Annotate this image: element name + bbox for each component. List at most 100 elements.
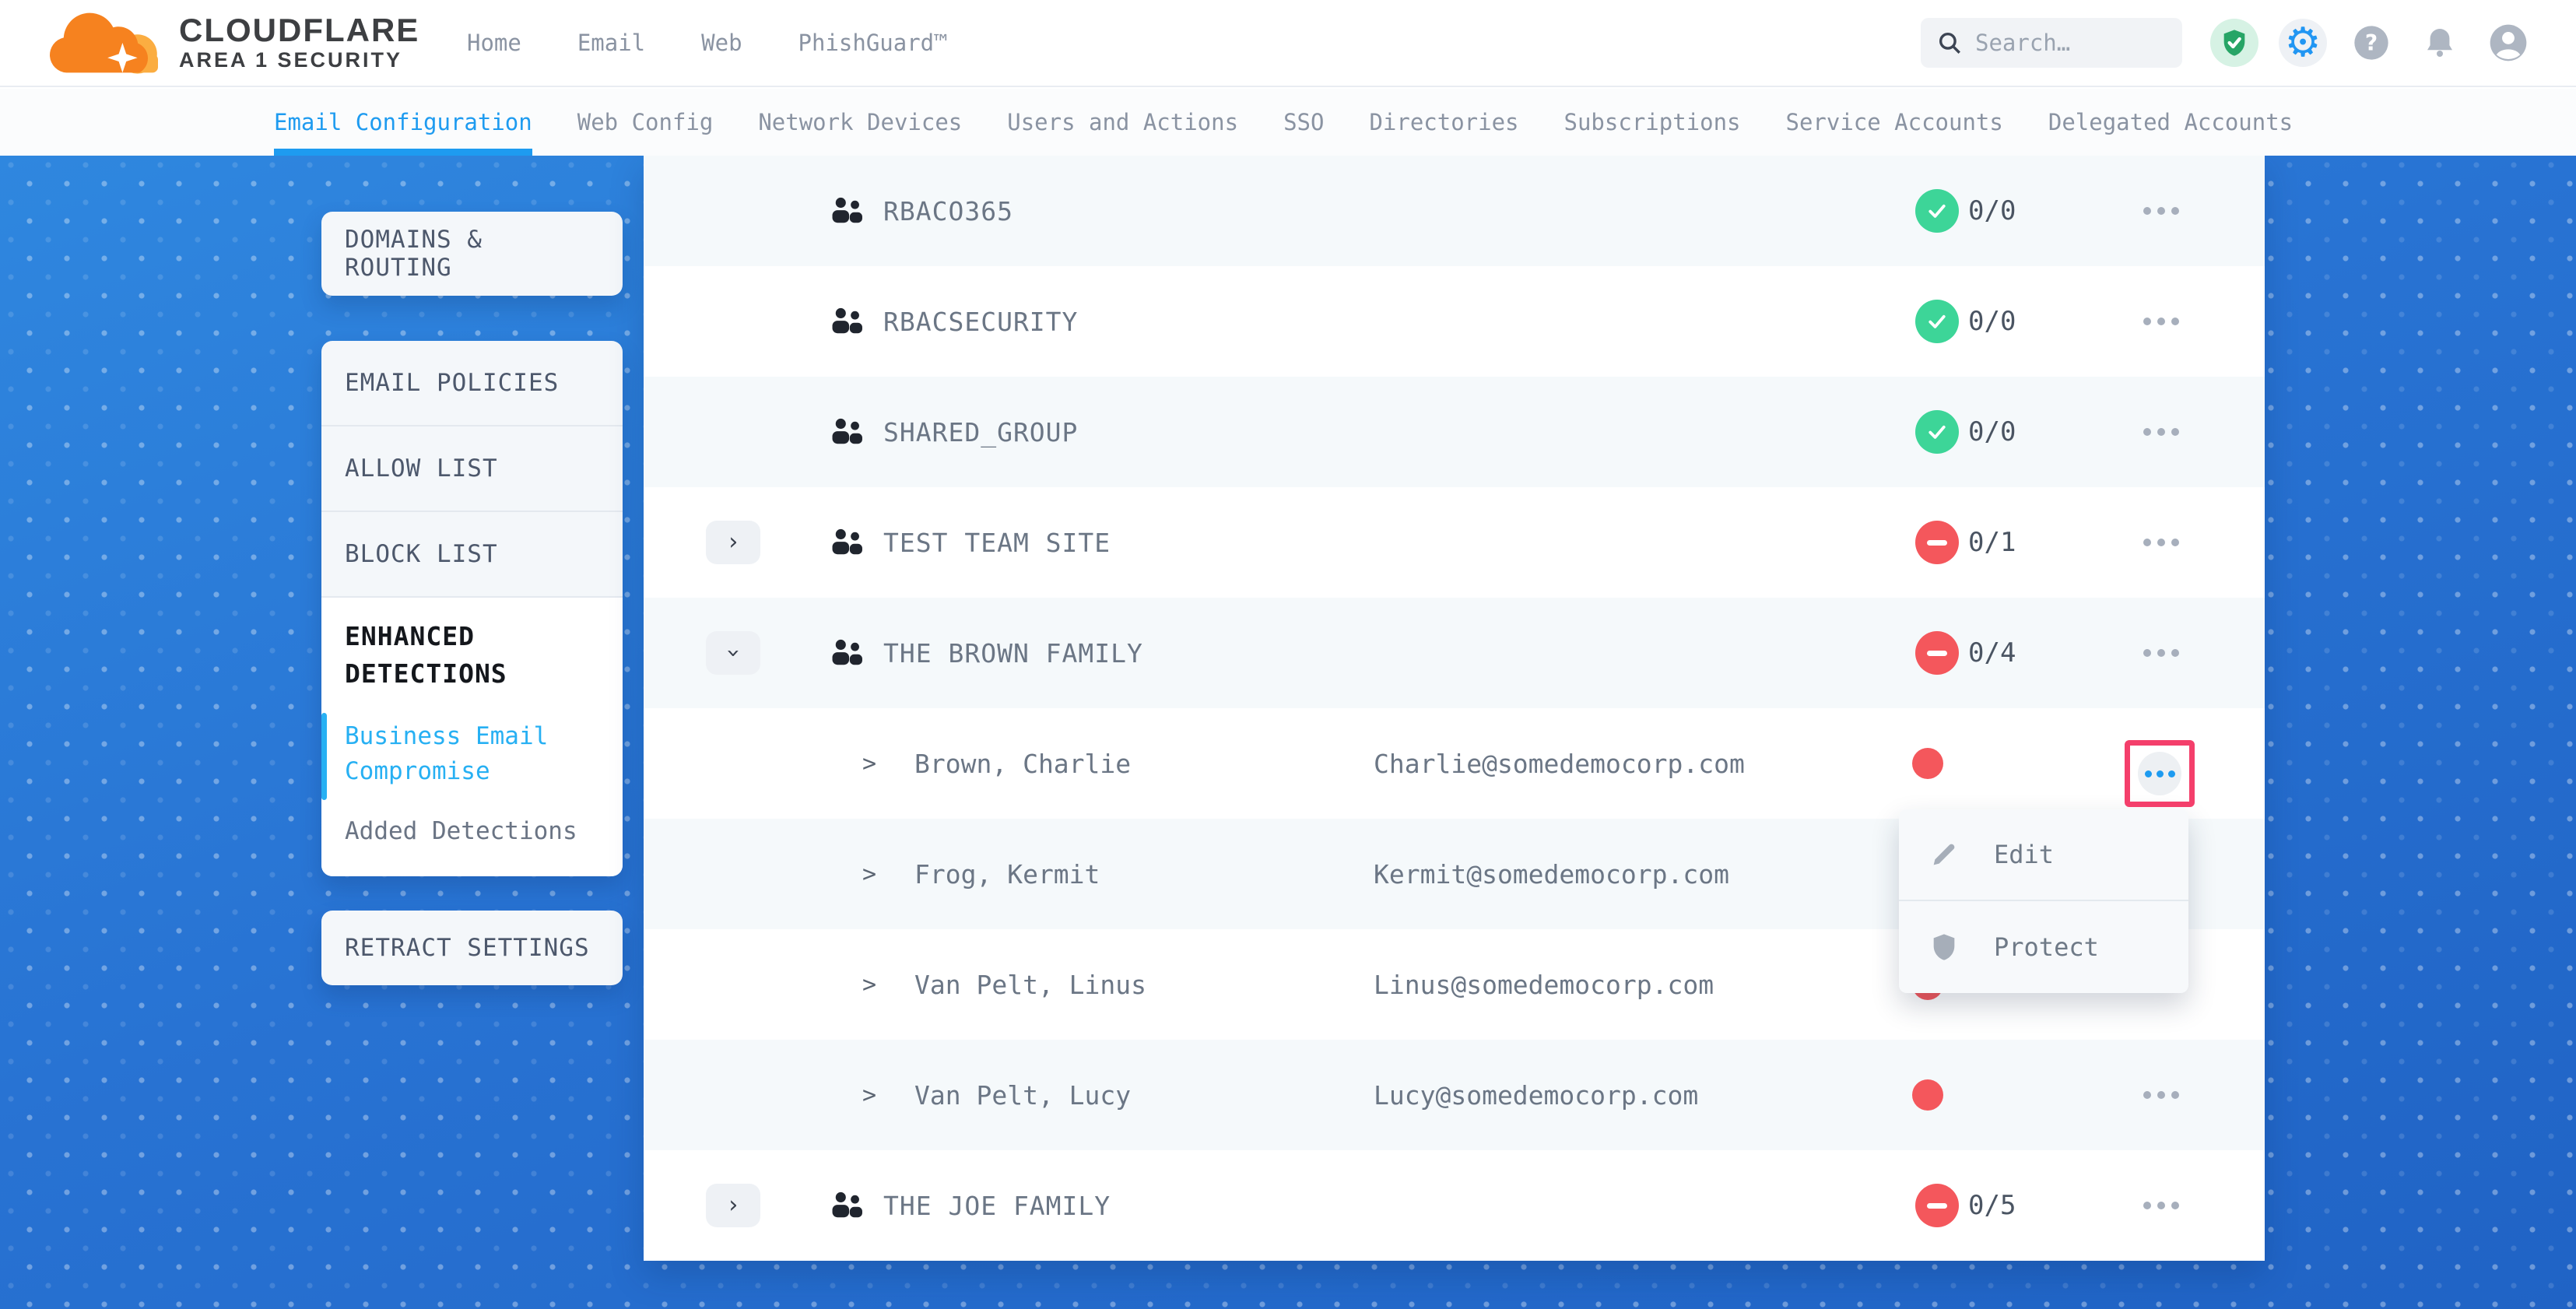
sidebar-card-domains: DOMAINS & ROUTING (321, 212, 623, 296)
row-menu-button-active[interactable] (2138, 752, 2181, 795)
search-input[interactable] (1975, 30, 2167, 56)
table-row-group: SHARED_GROUP 0/0 (644, 377, 2265, 487)
tab-sso[interactable]: SSO (1283, 89, 1324, 156)
search-icon (1936, 30, 1963, 56)
active-item-accent-bar (321, 713, 327, 800)
top-header: CLOUDFLARE AREA 1 SECURITY Home Email We… (0, 0, 2576, 87)
security-shield-check-icon[interactable] (2210, 19, 2258, 67)
user-name: Van Pelt, Lucy (914, 1040, 1131, 1150)
search-box[interactable] (1921, 18, 2182, 68)
cloudflare-cloud-icon (40, 5, 173, 80)
tab-delegated-accounts[interactable]: Delegated Accounts (2048, 89, 2293, 156)
row-menu-button[interactable] (2129, 519, 2194, 566)
group-people-icon (827, 413, 866, 451)
group-people-icon (827, 524, 866, 561)
table-row-user: > Van Pelt, Lucy Lucy@somedemocorp.com (644, 1040, 2265, 1150)
sidebar-item-email-policies[interactable]: EMAIL POLICIES (321, 341, 623, 426)
sidebar-item-domains-routing[interactable]: DOMAINS & ROUTING (321, 226, 623, 282)
status-check-icon (1915, 410, 1959, 454)
status-check-icon (1915, 300, 1959, 343)
sidebar-item-business-email-compromise[interactable]: Business Email Compromise (345, 719, 599, 789)
brand-name: CLOUDFLARE (179, 13, 419, 47)
content-area: DOMAINS & ROUTING EMAIL POLICIES ALLOW L… (0, 156, 2576, 1309)
table-row-group: RBACSECURITY 0/0 (644, 266, 2265, 377)
secondary-nav: Email Configuration Web Config Network D… (0, 89, 2576, 156)
protected-count: 0/0 (1968, 266, 2016, 377)
menu-item-protect[interactable]: Protect (1899, 901, 2188, 993)
group-name: SHARED_GROUP (883, 377, 1078, 487)
group-name: TEST TEAM SITE (883, 487, 1111, 598)
tab-service-accounts[interactable]: Service Accounts (1786, 89, 2003, 156)
tab-users-and-actions[interactable]: Users and Actions (1007, 89, 1238, 156)
user-name: Van Pelt, Linus (914, 929, 1146, 1040)
tab-subscriptions[interactable]: Subscriptions (1564, 89, 1741, 156)
sidebar-item-block-list[interactable]: BLOCK LIST (321, 512, 623, 598)
status-minus-icon (1915, 1184, 1959, 1227)
account-avatar-icon[interactable] (2484, 19, 2532, 67)
sidebar-item-added-detections[interactable]: Added Detections (345, 817, 577, 845)
settings-gear-icon[interactable]: ⚙ (2279, 19, 2327, 67)
collapse-group-button[interactable]: › (706, 631, 760, 675)
pencil-icon (1928, 839, 1960, 870)
group-name: RBACSECURITY (883, 266, 1078, 377)
expand-group-button[interactable]: › (706, 521, 760, 564)
notifications-bell-icon[interactable] (2416, 19, 2464, 67)
group-people-icon (827, 303, 866, 340)
user-email: Lucy@somedemocorp.com (1374, 1040, 1698, 1150)
row-menu-button[interactable] (2129, 409, 2194, 455)
user-email: Charlie@somedemocorp.com (1374, 708, 1745, 819)
tab-directories[interactable]: Directories (1369, 89, 1518, 156)
table-row-user: > Brown, Charlie Charlie@somedemocorp.co… (644, 708, 2265, 819)
shield-icon (1928, 932, 1960, 963)
row-menu-button[interactable] (2129, 1072, 2194, 1118)
sidebar-item-retract-settings[interactable]: RETRACT SETTINGS (321, 934, 623, 962)
row-menu-button[interactable] (2129, 1182, 2194, 1229)
user-email: Kermit@somedemocorp.com (1374, 819, 1729, 929)
tab-web-config[interactable]: Web Config (577, 89, 714, 156)
row-menu-button[interactable] (2129, 298, 2194, 345)
cloudflare-logo[interactable]: CLOUDFLARE AREA 1 SECURITY (40, 5, 445, 80)
sidebar-item-enhanced-detections[interactable]: ENHANCED DETECTIONS (345, 618, 599, 693)
row-menu-button[interactable] (2129, 188, 2194, 234)
protected-count: 0/4 (1968, 598, 2016, 708)
tab-network-devices[interactable]: Network Devices (758, 89, 962, 156)
protected-count: 0/0 (1968, 156, 2016, 266)
nav-email[interactable]: Email (577, 30, 645, 56)
chevron-down-icon: › (721, 646, 745, 660)
sidebar-item-allow-list[interactable]: ALLOW LIST (321, 426, 623, 512)
menu-item-edit[interactable]: Edit (1899, 809, 2188, 901)
user-prefix: > (862, 819, 876, 929)
brand-subtitle: AREA 1 SECURITY (179, 47, 419, 72)
status-unprotected-dot (1912, 748, 1943, 779)
protected-count: 0/0 (1968, 377, 2016, 487)
table-row-group: › TEST TEAM SITE 0/1 (644, 487, 2265, 598)
help-icon[interactable]: ? (2347, 19, 2395, 67)
svg-text:?: ? (2365, 30, 2378, 56)
status-minus-icon (1915, 521, 1959, 564)
group-people-icon (827, 634, 866, 672)
protected-count: 0/5 (1968, 1150, 2016, 1261)
table-row-group: › THE JOE FAMILY 0/5 (644, 1150, 2265, 1261)
tab-email-configuration[interactable]: Email Configuration (274, 89, 532, 156)
sidebar-card-policies: EMAIL POLICIES ALLOW LIST BLOCK LIST ENH… (321, 341, 623, 876)
nav-web[interactable]: Web (701, 30, 742, 56)
sidebar-section-enhanced-detections: ENHANCED DETECTIONS Business Email Compr… (321, 598, 623, 876)
user-prefix: > (862, 929, 876, 1040)
groups-table: RBACO365 0/0 RBACSECURITY 0/0 (644, 156, 2265, 1261)
table-row-group: RBACO365 0/0 (644, 156, 2265, 266)
group-name: RBACO365 (883, 156, 1013, 266)
row-menu-button[interactable] (2129, 630, 2194, 676)
primary-nav: Home Email Web PhishGuard™ (467, 30, 948, 56)
group-name: THE JOE FAMILY (883, 1150, 1111, 1261)
table-row-group: › THE BROWN FAMILY 0/4 (644, 598, 2265, 708)
app-window: CLOUDFLARE AREA 1 SECURITY Home Email We… (0, 0, 2576, 1309)
status-unprotected-dot (1912, 1079, 1943, 1111)
chevron-right-icon: › (726, 531, 740, 554)
status-minus-icon (1915, 631, 1959, 675)
expand-group-button[interactable]: › (706, 1184, 760, 1227)
nav-home[interactable]: Home (467, 30, 521, 56)
user-prefix: > (862, 708, 876, 819)
nav-phishguard[interactable]: PhishGuard™ (798, 30, 948, 56)
sidebar-card-retract: RETRACT SETTINGS (321, 911, 623, 985)
group-people-icon (827, 1187, 866, 1224)
